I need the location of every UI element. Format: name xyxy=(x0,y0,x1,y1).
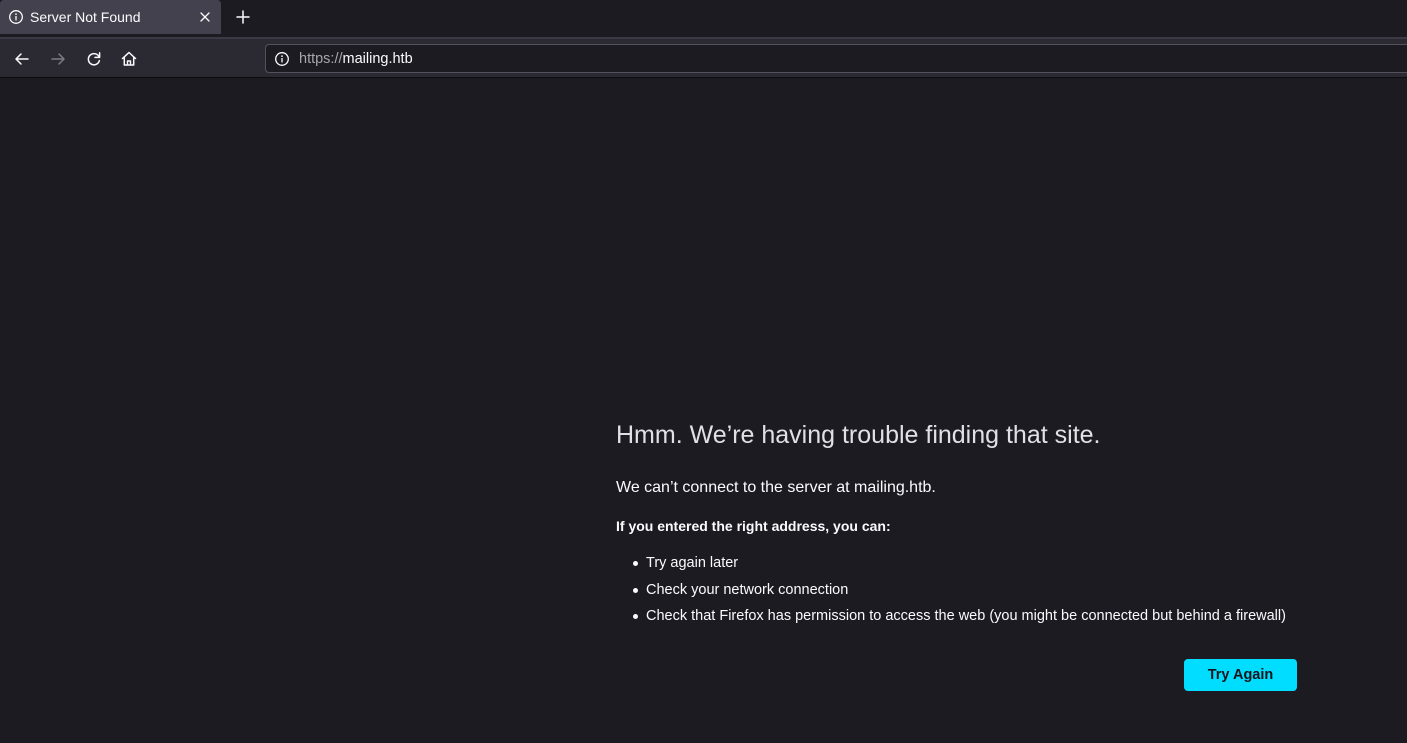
error-page: Hmm. We’re having trouble finding that s… xyxy=(0,78,1407,743)
try-again-button[interactable]: Try Again xyxy=(1184,659,1297,691)
forward-arrow-icon[interactable] xyxy=(48,49,68,69)
site-info-icon[interactable] xyxy=(274,51,290,67)
tab-title: Server Not Found xyxy=(30,9,141,25)
reload-icon[interactable] xyxy=(84,49,104,69)
list-item: Check that Firefox has permission to acc… xyxy=(616,603,1286,630)
tab-strip: Server Not Found xyxy=(0,0,1407,39)
url-bar[interactable]: https://mailing.htb xyxy=(265,44,1407,73)
close-tab-icon[interactable] xyxy=(196,8,214,26)
list-item: Try again later xyxy=(616,550,1286,577)
error-description: We can’t connect to the server at mailin… xyxy=(616,479,936,496)
nav-toolbar: https://mailing.htb xyxy=(0,39,1407,78)
error-subheading: If you entered the right address, you ca… xyxy=(616,518,891,534)
tab-server-not-found[interactable]: Server Not Found xyxy=(0,0,221,34)
info-icon xyxy=(8,9,24,25)
suggestion-list: Try again later Check your network conne… xyxy=(616,550,1286,630)
back-arrow-icon[interactable] xyxy=(12,49,32,69)
home-icon[interactable] xyxy=(119,49,139,69)
url-text[interactable]: https://mailing.htb xyxy=(299,50,413,68)
list-item: Check your network connection xyxy=(616,577,1286,604)
url-host: mailing.htb xyxy=(342,51,413,67)
url-scheme: https:// xyxy=(299,51,343,67)
error-title: Hmm. We’re having trouble finding that s… xyxy=(616,421,1101,449)
new-tab-icon[interactable] xyxy=(232,6,254,28)
